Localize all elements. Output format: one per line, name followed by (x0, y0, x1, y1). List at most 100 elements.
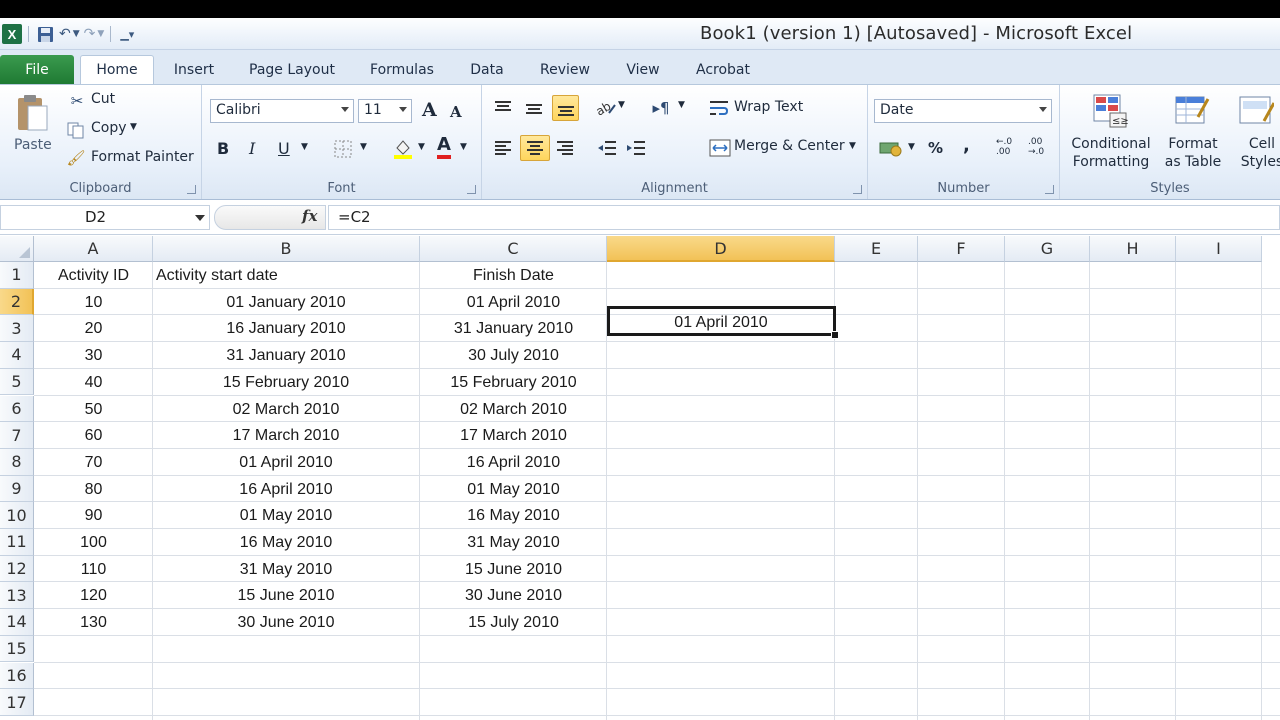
wrap-text-button[interactable]: Wrap Text (734, 99, 803, 115)
clipboard-launcher-icon[interactable] (187, 185, 196, 194)
cell-c6[interactable]: 02 March 2010 (420, 397, 607, 423)
conditional-formatting-icon[interactable]: ≤≥ (1090, 91, 1130, 131)
cell-c9[interactable]: 01 May 2010 (420, 477, 607, 503)
column-header-f[interactable]: F (918, 236, 1005, 262)
cell-a4[interactable]: 30 (34, 343, 153, 369)
column-header-d[interactable]: D (607, 236, 835, 262)
conditional-formatting-button[interactable]: Conditional Formatting (1070, 135, 1152, 171)
copy-dropdown-icon[interactable]: ▼ (130, 122, 137, 132)
cell-b8[interactable]: 01 April 2010 (153, 450, 419, 476)
column-header-b[interactable]: B (153, 236, 420, 262)
cell-b3[interactable]: 16 January 2010 (153, 316, 419, 342)
cell-b11[interactable]: 16 May 2010 (153, 530, 419, 556)
format-as-table-icon[interactable] (1172, 91, 1212, 131)
cell-b1[interactable]: Activity start date (153, 263, 419, 289)
cell-a14[interactable]: 130 (34, 610, 153, 636)
format-painter-button[interactable]: Format Painter (91, 149, 194, 165)
accounting-format-icon[interactable] (878, 137, 904, 159)
orientation-icon[interactable]: ab (594, 97, 618, 119)
decrease-indent-icon[interactable] (596, 137, 618, 159)
tab-formulas[interactable]: Formulas (362, 55, 442, 84)
row-header-5[interactable]: 5 (0, 368, 34, 396)
font-color-button[interactable]: A (437, 135, 451, 159)
redo-icon[interactable]: ↷ ▼ (84, 23, 105, 45)
cell-b4[interactable]: 31 January 2010 (153, 343, 419, 369)
merge-dropdown-icon[interactable]: ▼ (849, 141, 856, 151)
row-header-11[interactable]: 11 (0, 529, 34, 556)
cell-a2[interactable]: 10 (34, 290, 153, 316)
cut-icon[interactable]: ✂ (68, 91, 86, 111)
copy-button[interactable]: Copy (91, 120, 127, 136)
cell-b2[interactable]: 01 January 2010 (153, 290, 419, 316)
row-header-2[interactable]: 2 (0, 288, 34, 316)
customize-qat-icon[interactable]: ▁▾ (117, 23, 137, 45)
format-as-table-button[interactable]: Format as Table (1156, 135, 1230, 171)
column-header-c[interactable]: C (420, 236, 607, 262)
insert-function-icon[interactable]: fx (302, 207, 317, 225)
copy-icon[interactable] (66, 120, 86, 140)
tab-view[interactable]: View (616, 55, 670, 84)
tab-acrobat[interactable]: Acrobat (690, 55, 756, 84)
increase-indent-icon[interactable] (625, 137, 647, 159)
paragraph-direction-dropdown-icon[interactable]: ▼ (678, 100, 685, 110)
undo-icon[interactable]: ↶ ▼ (59, 23, 80, 45)
cell-b13[interactable]: 15 June 2010 (153, 583, 419, 609)
comma-button[interactable]: , (963, 135, 970, 156)
cell-c3[interactable]: 31 January 2010 (420, 316, 607, 342)
align-center-icon[interactable] (520, 135, 550, 161)
cell-b9[interactable]: 16 April 2010 (153, 477, 419, 503)
underline-dropdown-icon[interactable]: ▼ (301, 142, 308, 152)
cell-c14[interactable]: 15 July 2010 (420, 610, 607, 636)
select-all-button[interactable] (0, 236, 34, 262)
tab-file[interactable]: File (0, 55, 74, 84)
merge-center-button[interactable]: Merge & Center (734, 138, 845, 154)
save-icon[interactable] (35, 23, 55, 45)
cut-button[interactable]: Cut (91, 91, 115, 107)
cell-b7[interactable]: 17 March 2010 (153, 423, 419, 449)
align-right-icon[interactable] (554, 137, 576, 159)
increase-decimal-button[interactable]: ←.0 .00 (996, 137, 1022, 157)
row-header-6[interactable]: 6 (0, 395, 34, 423)
align-top-icon[interactable] (492, 97, 514, 119)
row-header-13[interactable]: 13 (0, 582, 34, 610)
align-left-icon[interactable] (492, 137, 514, 159)
cell-styles-button[interactable]: Cell Styles (1240, 135, 1280, 171)
wrap-text-icon[interactable] (708, 97, 730, 119)
cell-a7[interactable]: 60 (34, 423, 153, 449)
font-name-combo[interactable]: Calibri (210, 99, 354, 123)
paste-icon[interactable] (12, 91, 52, 135)
tab-review[interactable]: Review (532, 55, 598, 84)
cell-styles-icon[interactable] (1236, 91, 1276, 131)
cell-c2[interactable]: 01 April 2010 (420, 290, 607, 316)
name-box[interactable]: D2 (0, 205, 210, 230)
row-header-15[interactable]: 15 (0, 635, 34, 663)
row-header-7[interactable]: 7 (0, 422, 34, 449)
tab-page-layout[interactable]: Page Layout (240, 55, 344, 84)
formula-input[interactable]: =C2 (328, 205, 1280, 230)
row-header-14[interactable]: 14 (0, 609, 34, 636)
row-header-3[interactable]: 3 (0, 315, 34, 343)
column-header-e[interactable]: E (835, 236, 918, 262)
row-header-12[interactable]: 12 (0, 555, 34, 583)
cell-b10[interactable]: 01 May 2010 (153, 503, 419, 529)
font-size-combo[interactable]: 11 (358, 99, 412, 123)
cell-c4[interactable]: 30 July 2010 (420, 343, 607, 369)
column-header-g[interactable]: G (1005, 236, 1090, 262)
alignment-launcher-icon[interactable] (853, 185, 862, 194)
cell-c13[interactable]: 30 June 2010 (420, 583, 607, 609)
cell-a13[interactable]: 120 (34, 583, 153, 609)
fill-color-dropdown-icon[interactable]: ▼ (418, 142, 425, 152)
cell-a6[interactable]: 50 (34, 397, 153, 423)
align-middle-icon[interactable] (523, 97, 545, 119)
format-painter-icon[interactable]: 🖌 (66, 148, 86, 168)
cell-b14[interactable]: 30 June 2010 (153, 610, 419, 636)
cell-c10[interactable]: 16 May 2010 (420, 503, 607, 529)
cell-a5[interactable]: 40 (34, 370, 153, 396)
column-header-h[interactable]: H (1090, 236, 1176, 262)
paste-button[interactable]: Paste (14, 137, 52, 153)
shrink-font-button[interactable]: A (450, 103, 462, 121)
row-header-10[interactable]: 10 (0, 502, 34, 529)
number-format-combo[interactable]: Date (874, 99, 1052, 123)
tab-data[interactable]: Data (462, 55, 512, 84)
row-header-17[interactable]: 17 (0, 689, 34, 716)
